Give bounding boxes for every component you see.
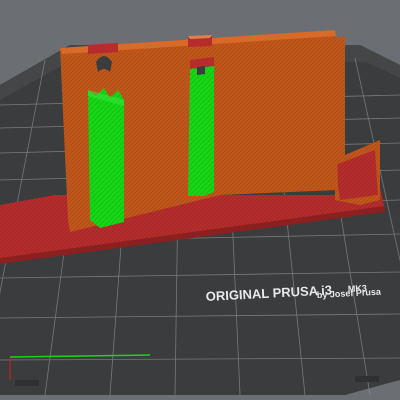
support-column-left[interactable] xyxy=(88,88,124,228)
3d-viewport[interactable]: ORIGINAL PRUSA i3 MK3 by Josef Prusa xyxy=(0,0,400,400)
scene-svg: ORIGINAL PRUSA i3 MK3 by Josef Prusa xyxy=(0,0,400,400)
support-column-right[interactable] xyxy=(188,62,214,196)
